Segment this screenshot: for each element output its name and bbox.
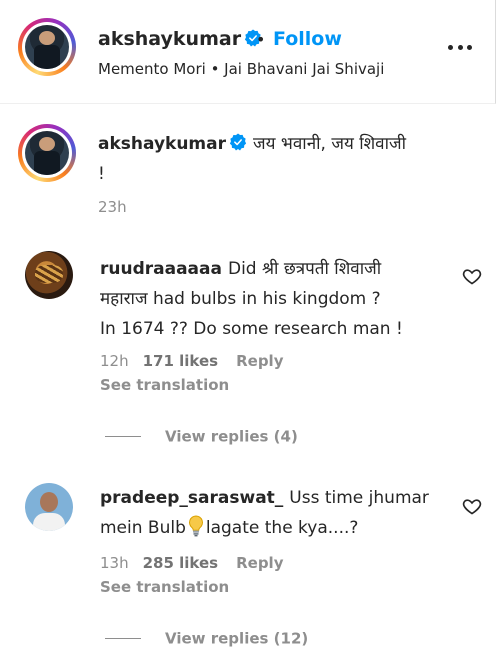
- comment-line: Uss time jhumar: [289, 488, 429, 508]
- commenter-avatar[interactable]: [25, 251, 73, 299]
- like-heart-icon[interactable]: [462, 496, 482, 516]
- caption-avatar[interactable]: [18, 124, 76, 182]
- comment-likes[interactable]: 171 likes: [143, 352, 219, 370]
- see-translation-button[interactable]: See translation: [100, 578, 229, 596]
- caption-time[interactable]: 23h: [98, 198, 127, 216]
- comment-username[interactable]: ruudraaaaaa: [100, 259, 222, 279]
- comment-time[interactable]: 12h: [100, 352, 129, 370]
- comment-meta: 13h 285 likes Reply: [100, 554, 283, 572]
- like-heart-icon[interactable]: [462, 266, 482, 286]
- comment-body: ruudraaaaaa Did श्री छत्रपती शिवाजी महारा…: [100, 254, 450, 344]
- see-translation-button[interactable]: See translation: [100, 376, 229, 394]
- view-replies-button[interactable]: View replies (4): [105, 426, 298, 446]
- comment-line: महाराज had bulbs in his kingdom ?: [100, 289, 381, 309]
- comment-likes[interactable]: 285 likes: [143, 554, 219, 572]
- reply-button[interactable]: Reply: [236, 352, 283, 370]
- caption-username[interactable]: akshaykumar: [98, 133, 247, 154]
- comment-meta: 12h 171 likes Reply: [100, 352, 283, 370]
- author-username-text[interactable]: akshaykumar: [98, 28, 241, 50]
- more-options-icon[interactable]: [448, 42, 472, 52]
- caption-text: akshaykumar जय भवानी, जय शिवाजी !: [98, 129, 468, 189]
- comment-body: pradeep_saraswat_ Uss time jhumar mein Bu…: [100, 483, 450, 543]
- author-username[interactable]: akshaykumar: [98, 28, 262, 50]
- comment-username[interactable]: pradeep_saraswat_: [100, 488, 283, 508]
- divider-line: [105, 436, 141, 437]
- view-replies-label[interactable]: View replies (12): [165, 630, 308, 648]
- view-replies-button[interactable]: View replies (12): [105, 628, 308, 648]
- reply-button[interactable]: Reply: [236, 554, 283, 572]
- author-avatar[interactable]: [18, 18, 76, 76]
- comment-line: lagate the kya....?: [205, 518, 359, 538]
- light-bulb-icon: [188, 515, 203, 537]
- commenter-avatar[interactable]: [25, 483, 73, 531]
- separator-dot: •: [256, 30, 266, 49]
- view-replies-label[interactable]: View replies (4): [165, 428, 298, 446]
- post-header: akshaykumar • Follow Memento Mori • Jai …: [0, 0, 496, 104]
- comment-line: In 1674 ?? Do some research man !: [100, 319, 403, 339]
- divider-line: [105, 638, 141, 639]
- caption-line2: !: [98, 164, 105, 184]
- comment-line: Did श्री छत्रपती शिवाजी: [227, 259, 382, 279]
- verified-badge-icon: [229, 133, 247, 151]
- post-subtitle[interactable]: Memento Mori • Jai Bhavani Jai Shivaji: [98, 60, 384, 78]
- comment-time[interactable]: 13h: [100, 554, 129, 572]
- caption-line1: जय भवानी, जय शिवाजी: [253, 134, 407, 154]
- comment-line: mein Bulb: [100, 518, 186, 538]
- follow-button[interactable]: Follow: [273, 28, 342, 50]
